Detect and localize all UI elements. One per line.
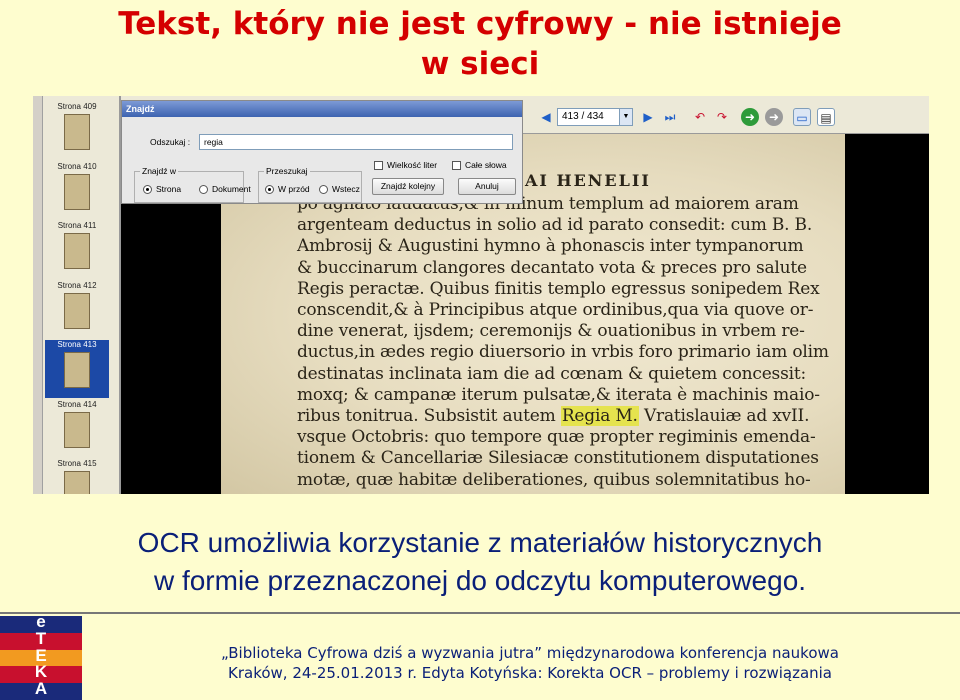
logo-letter: A <box>34 679 48 699</box>
document-line-text: dine venerat, ijsdem; ceremonijs & ouati… <box>297 321 805 342</box>
thumbnail-item[interactable]: Strona 414 <box>47 400 107 458</box>
viewer-screenshot: Strona 409 Strona 410 Strona 411 Strona 412… <box>33 96 929 494</box>
document-text-line: vsque Octobris: quo tempore quæ propter … <box>297 427 817 447</box>
find-next-button[interactable]: Znajdź kolejny <box>372 178 444 195</box>
radio-strona[interactable] <box>143 185 152 194</box>
whole-words-checkbox[interactable] <box>452 161 461 170</box>
document-text-line: Regis peractæ. Quibus finitis templo egr… <box>297 278 820 299</box>
search-scope-group: Znajdź w Strona Dokument <box>134 166 251 203</box>
document-text-line: & buccinarum clangores decantato vota & … <box>297 258 817 278</box>
slide-title: Tekst, który nie jest cyfrowy - nie istn… <box>0 4 960 84</box>
document-line-text: motæ, quæ habitæ deliberationes, quibus … <box>297 469 811 490</box>
footer-divider <box>0 612 960 614</box>
thumbnail-label: Strona 413 <box>57 340 97 349</box>
document-text-line: Ambrosij & Augustini hymno à phonascis i… <box>297 236 817 256</box>
footer-author: Kraków, 24-25.01.2013 r. Edyta Kotyńska:… <box>228 664 832 682</box>
thumbnail-label: Strona 409 <box>57 102 97 111</box>
thumbnail-page-image <box>64 471 90 494</box>
document-text-line: motæ, quæ habitæ deliberationes, quibus … <box>297 470 817 490</box>
match-case-checkbox[interactable] <box>374 161 383 170</box>
document-line-text: Vratislauiæ ad xvII. <box>638 406 810 426</box>
document-text-line: moxq; & campanæ iterum pulsatæ,& iterata… <box>297 384 820 405</box>
search-input[interactable]: regia <box>199 134 513 150</box>
thumbnail-page-image <box>64 292 90 329</box>
document-line-text: & buccinarum clangores decantato vota & … <box>297 257 807 278</box>
thumbnail-label: Strona 412 <box>57 280 97 290</box>
layout-icon[interactable]: ▤ <box>817 108 835 126</box>
thumbnail-page-image <box>64 233 90 269</box>
redo-icon[interactable]: ↷ <box>713 108 731 126</box>
document-line-text: vsque Octobris: quo tempore quæ propter … <box>297 427 816 448</box>
thumbnail-page-image <box>64 411 90 448</box>
last-page-icon[interactable]: ⏭ <box>661 108 679 126</box>
window-icon[interactable]: ▭ <box>793 108 811 126</box>
thumbnail-item[interactable]: Strona 412 <box>47 281 107 339</box>
thumbnail-item[interactable]: Strona 415 <box>47 459 107 494</box>
document-line-text: destinatas inclinata iam die ad cœnam & … <box>297 363 807 384</box>
document-text-line: argenteam deductus in solio ad id parato… <box>297 215 817 235</box>
document-text-line: tionem & Cancellariæ Silesiacæ constitut… <box>297 448 819 469</box>
document-text-line: ribus tonitrua. Subsistit autem Regia M.… <box>297 406 817 426</box>
page-running-head: AI HENELII <box>525 171 651 190</box>
radio-forward-label: W przód <box>278 184 310 194</box>
viewer-background <box>845 134 929 494</box>
thumbnail-item[interactable]: Strona 410 <box>47 162 107 220</box>
document-text-line: destinatas inclinata iam die ad cœnam & … <box>297 364 817 384</box>
thumbnail-item[interactable]: Strona 413 <box>45 340 109 398</box>
page-number-select[interactable]: 413 / 434 ▼ <box>557 108 633 126</box>
document-text-line: conscendit,& à Principibus atque ordinib… <box>297 300 817 320</box>
search-label: Odszukaj : <box>150 137 191 147</box>
forward-icon[interactable]: ➜ <box>741 108 759 126</box>
radio-dokument-label: Dokument <box>212 184 251 194</box>
thumbnail-label: Strona 415 <box>57 459 97 468</box>
thumbnail-label: Strona 410 <box>57 161 97 171</box>
nav-left-icon[interactable]: ◀ <box>537 108 555 126</box>
thumbnail-label: Strona 414 <box>57 399 97 409</box>
radio-strona-label: Strona <box>156 184 182 194</box>
caption-line1: OCR umożliwia korzystanie z materiałów h… <box>137 527 823 558</box>
back-icon[interactable]: ➜ <box>765 108 783 126</box>
undo-icon[interactable]: ↶ <box>691 108 709 126</box>
search-scope-title: Znajdź w <box>140 166 179 176</box>
match-case-label: Wielkość liter <box>387 160 438 170</box>
chevron-down-icon[interactable]: ▼ <box>619 109 632 125</box>
radio-forward[interactable] <box>265 185 274 194</box>
document-line-text: tionem & Cancellariæ Silesiacæ constitut… <box>297 448 819 469</box>
document-line-text: ribus tonitrua. Subsistit autem <box>297 406 556 426</box>
nav-right-icon[interactable]: ▶ <box>639 108 657 126</box>
radio-backward-label: Wstecz <box>332 184 360 194</box>
whole-words-label: Całe słowa <box>465 160 507 170</box>
document-text-line: ductus,in ædes regio diuersorio in vrbis… <box>297 342 829 362</box>
search-highlight: Regia M. <box>560 406 639 426</box>
search-direction-title: Przeszukaj <box>264 166 310 176</box>
thumbnail-page-image <box>64 114 90 150</box>
slide-title-line2: w sieci <box>420 46 540 82</box>
slide-title-line1: Tekst, który nie jest cyfrowy - nie istn… <box>118 6 842 42</box>
document-line-text: ductus,in ædes regio diuersorio in vrbis… <box>297 342 829 363</box>
cancel-button[interactable]: Anuluj <box>458 178 516 195</box>
document-line-text: conscendit,& à Principibus atque ordinib… <box>297 300 814 320</box>
document-line-text: Regis peractæ. Quibus finitis templo egr… <box>297 278 820 299</box>
footer-conference: „Biblioteka Cyfrowa dziś a wyzwania jutr… <box>221 644 839 662</box>
thumbnail-label: Strona 411 <box>57 221 97 230</box>
document-line-text: moxq; & campanæ iterum pulsatæ,& iterata… <box>297 384 820 405</box>
document-line-text: Ambrosij & Augustini hymno à phonascis i… <box>297 236 804 257</box>
document-text-line: dine venerat, ijsdem; ceremonijs & ouati… <box>297 321 817 341</box>
thumbnail-page-image <box>64 173 90 210</box>
document-line-text: argenteam deductus in solio ad id parato… <box>297 215 813 236</box>
thumbnail-sidebar: Strona 409 Strona 410 Strona 411 Strona 412… <box>33 96 121 494</box>
find-dialog-title: Znajdź <box>122 101 522 117</box>
thumbnail-page-image <box>64 352 90 388</box>
radio-backward[interactable] <box>319 185 328 194</box>
search-direction-group: Przeszukaj W przód Wstecz <box>258 166 362 203</box>
find-dialog: Znajdź Odszukaj : regia Znajdź w Strona … <box>121 100 523 204</box>
radio-dokument[interactable] <box>199 185 208 194</box>
caption-line2: w formie przeznaczonej do odczytu komput… <box>153 565 807 596</box>
eteka-logo: eTEKA <box>0 613 82 700</box>
sidebar-scroll-strip[interactable] <box>33 96 43 494</box>
page-number-value: 413 / 434 <box>562 111 604 122</box>
thumbnail-item[interactable]: Strona 409 <box>47 102 107 160</box>
thumbnail-item[interactable]: Strona 411 <box>47 221 107 279</box>
